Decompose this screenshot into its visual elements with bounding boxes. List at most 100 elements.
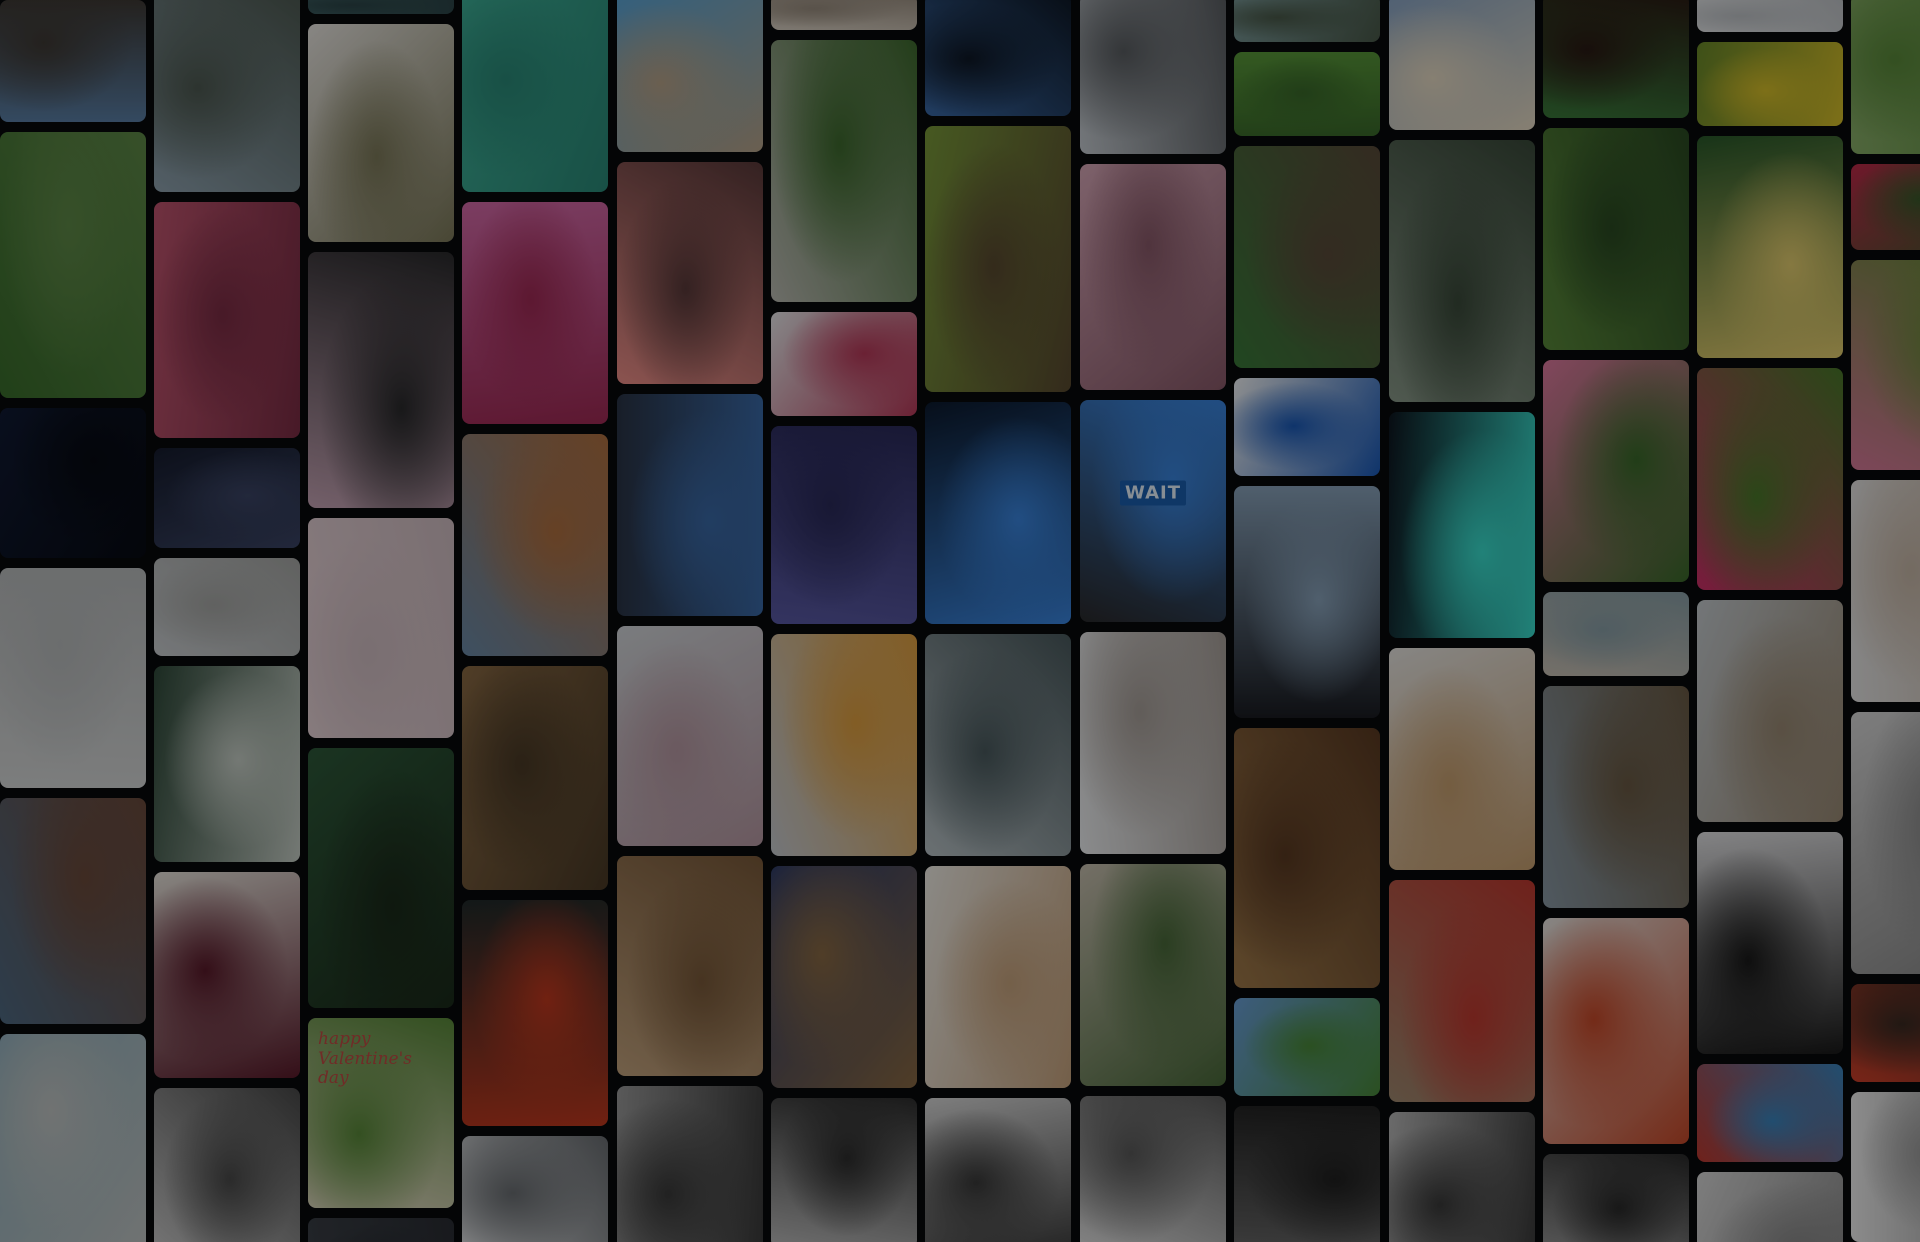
photo-fill — [1543, 0, 1689, 118]
photo-european-courtyard — [617, 856, 763, 1076]
photo-fill — [1080, 864, 1226, 1086]
photo-fill — [925, 0, 1071, 116]
photo-fill — [771, 312, 917, 416]
photo-fill — [1697, 0, 1843, 32]
photo-fill — [154, 448, 300, 548]
photo-fill — [154, 666, 300, 862]
photo-valentines-card: happy Valentine's day — [308, 1018, 454, 1208]
photo-fill — [1543, 592, 1689, 676]
photo-stadium-from-below — [154, 666, 300, 862]
photo-pink-tulips — [1543, 360, 1689, 582]
photo-fill — [1234, 52, 1380, 136]
photo-aerial-town — [462, 666, 608, 890]
photo-orchid-flower — [462, 202, 608, 424]
photo-white-marble-building — [771, 0, 917, 30]
photo-fill — [308, 518, 454, 738]
photo-fill — [462, 0, 608, 192]
photo-white-building — [462, 1136, 608, 1242]
photo-woman-black-dress — [1697, 832, 1843, 1054]
photo-fill — [1389, 412, 1535, 638]
photo-fill — [771, 0, 917, 30]
photo-fill — [154, 558, 300, 656]
photo-fill — [462, 202, 608, 424]
photo-card-text: happy Valentine's day — [318, 1029, 412, 1089]
photo-fish-school-water — [462, 0, 608, 192]
photo-fill — [1234, 378, 1380, 476]
photo-dog-on-rock — [308, 24, 454, 242]
photo-fill — [308, 0, 454, 14]
photo-fill — [1080, 0, 1226, 154]
photo-lake-top — [308, 0, 454, 14]
photo-fill — [1234, 146, 1380, 368]
photo-red-flowers — [1851, 164, 1920, 250]
photo-misty-tree — [1389, 140, 1535, 402]
photo-fill — [1080, 632, 1226, 854]
photo-woman-pink-dress — [617, 626, 763, 846]
photo-fill — [1851, 164, 1920, 250]
photo-woman-walking-wall — [1080, 864, 1226, 1086]
photo-coffee-and-donut — [925, 866, 1071, 1088]
photo-pink-blossoms — [1080, 164, 1226, 390]
photo-pink-trees-field — [1851, 260, 1920, 470]
photo-cherry-blossom-branches — [308, 518, 454, 738]
photo-fill — [1697, 832, 1843, 1054]
photo-bed-sheets — [1851, 480, 1920, 702]
photo-fill — [1851, 480, 1920, 702]
photo-fill — [771, 40, 917, 302]
photo-trevi-fountain — [1543, 592, 1689, 676]
photo-fill — [1234, 0, 1380, 42]
photo-fill — [462, 900, 608, 1126]
photo-fill — [1389, 648, 1535, 870]
photo-car-window-mirror — [308, 252, 454, 508]
photo-white-building-top — [1697, 0, 1843, 32]
photo-beach-signpost — [1389, 0, 1535, 130]
photo-fill — [1234, 998, 1380, 1096]
photo-white-flower-bw — [1697, 1172, 1843, 1242]
photo-fill — [0, 568, 146, 788]
photo-fill — [462, 666, 608, 890]
photo-fill — [1389, 0, 1535, 130]
photo-hand-grass — [1851, 0, 1920, 154]
photo-fill — [1080, 1096, 1226, 1242]
photo-wooden-slats-bw — [771, 1098, 917, 1242]
photo-fill — [308, 24, 454, 242]
photo-fill — [925, 126, 1071, 392]
photo-fill — [1543, 128, 1689, 350]
photo-fill — [1543, 918, 1689, 1144]
photo-torii-gates — [1851, 984, 1920, 1082]
photo-foggy-field — [154, 558, 300, 656]
photo-woman-bench-park — [1234, 146, 1380, 368]
photo-white-fabric-tent — [1080, 632, 1226, 854]
photo-fill — [771, 634, 917, 856]
photo-white-flowers-bottom — [1851, 1092, 1920, 1242]
photo-yellow-flowers — [1697, 42, 1843, 126]
photo-fill — [0, 408, 146, 558]
photo-phone-camera-forest — [308, 748, 454, 1008]
photo-fill — [154, 202, 300, 438]
photo-woman-headwrap-bw — [1234, 1106, 1380, 1242]
photo-beach-waves — [617, 0, 763, 152]
photo-fill — [771, 426, 917, 624]
photo-tomatoes-bowl — [0, 1034, 146, 1242]
photo-pink-drink-glass — [154, 872, 300, 1078]
photo-mountain-mist-bw — [1389, 1112, 1535, 1242]
photo-fill — [1080, 400, 1226, 622]
photo-soup-bowl — [1543, 918, 1689, 1144]
photo-window-light — [1851, 712, 1920, 974]
photo-pink-satin-love — [154, 202, 300, 438]
photo-wait-crosswalk-button: WAIT — [1080, 400, 1226, 622]
photo-book-tulips-tea — [1389, 648, 1535, 870]
photo-paint-palette — [771, 312, 917, 416]
photo-metal-sculpture — [154, 1088, 300, 1242]
photo-city-street-mural — [462, 434, 608, 656]
photo-city-top — [1234, 0, 1380, 42]
photo-airplane-window — [1234, 486, 1380, 718]
photo-ancient-ruins — [771, 866, 917, 1088]
photo-fill — [1851, 1092, 1920, 1242]
photo-portrait-leaves — [1543, 0, 1689, 118]
photo-purple-sky-branches — [771, 426, 917, 624]
photo-fill — [617, 162, 763, 384]
photo-fill — [1697, 136, 1843, 358]
photo-fill — [1851, 0, 1920, 154]
photo-woman-pink-wall — [617, 162, 763, 384]
